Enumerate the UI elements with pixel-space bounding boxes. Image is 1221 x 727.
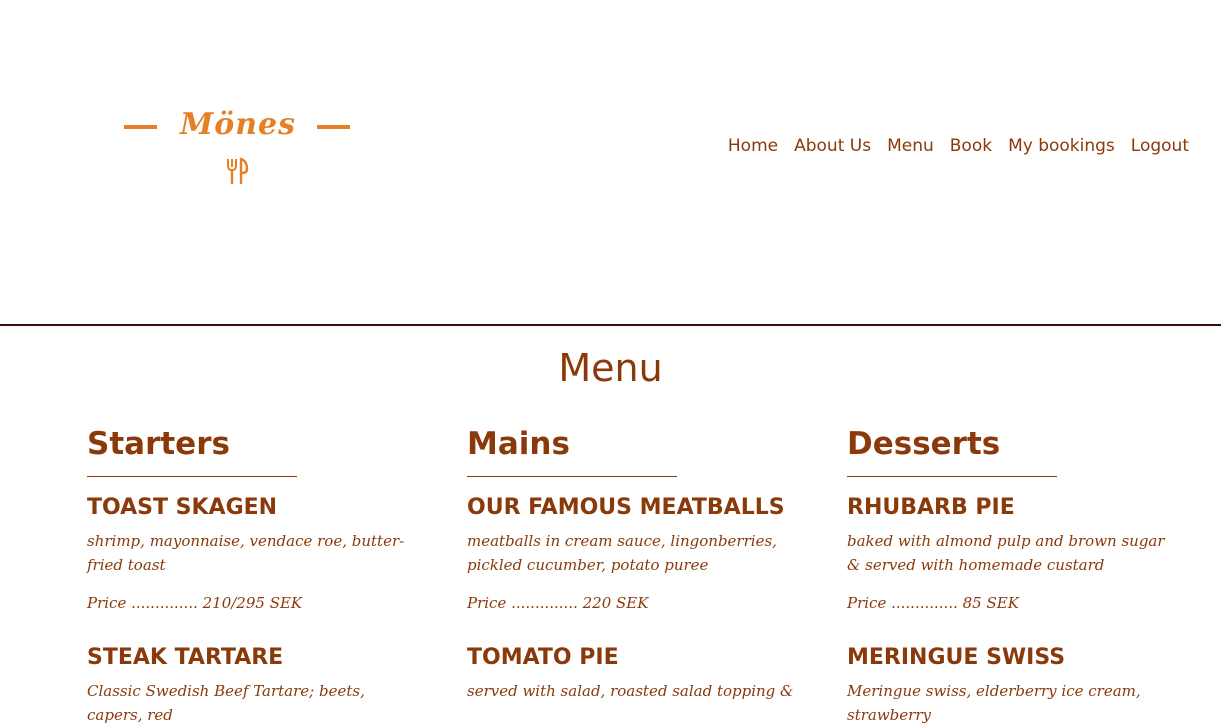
nav-about-us[interactable]: About Us <box>794 136 871 156</box>
dish-description: baked with almond pulp and brown sugar &… <box>847 532 1165 574</box>
fork-knife-icon <box>227 157 249 184</box>
dish-price: Price .............. 220 SEK <box>467 594 649 612</box>
logo-dash-right <box>317 125 350 129</box>
dish-name: TOMATO PIE <box>467 645 619 670</box>
mains-column: Mains OUR FAMOUS MEATBALLS meatballs in … <box>467 424 812 703</box>
nav-home[interactable]: Home <box>728 136 778 156</box>
dish-name: STEAK TARTARE <box>87 645 284 670</box>
dish-item: OUR FAMOUS MEATBALLS meatballs in cream … <box>467 493 812 613</box>
nav-menu[interactable]: Menu <box>887 136 934 156</box>
dish-name: TOAST SKAGEN <box>87 495 278 520</box>
logo-text: Mönes <box>179 107 296 142</box>
starters-heading: Starters <box>87 424 297 477</box>
desserts-column: Desserts RHUBARB PIE baked with almond p… <box>847 424 1192 727</box>
dish-description: Classic Swedish Beef Tartare; beets, cap… <box>87 682 365 724</box>
mains-heading: Mains <box>467 424 677 477</box>
nav-book[interactable]: Book <box>950 136 992 156</box>
dish-name: RHUBARB PIE <box>847 495 1015 520</box>
nav-logout[interactable]: Logout <box>1131 136 1189 156</box>
dish-description: shrimp, mayonnaise, vendace roe, butter-… <box>87 532 405 574</box>
dish-item: TOAST SKAGEN shrimp, mayonnaise, vendace… <box>87 493 432 613</box>
dish-item: MERINGUE SWISS Meringue swiss, elderberr… <box>847 643 1192 727</box>
dish-name: MERINGUE SWISS <box>847 645 1066 670</box>
dish-name: OUR FAMOUS MEATBALLS <box>467 495 785 520</box>
dish-item: TOMATO PIE served with salad, roasted sa… <box>467 643 812 703</box>
dish-description: Meringue swiss, elderberry ice cream, st… <box>847 682 1141 724</box>
dish-price: Price .............. 210/295 SEK <box>87 594 303 612</box>
starters-column: Starters TOAST SKAGEN shrimp, mayonnaise… <box>87 424 432 727</box>
nav-my-bookings[interactable]: My bookings <box>1008 136 1115 156</box>
main-nav: Home About Us Menu Book My bookings Logo… <box>728 136 1189 156</box>
site-header: Mönes Home About Us Menu Book My booking… <box>0 0 1221 326</box>
dish-description: served with salad, roasted salad topping… <box>467 682 794 700</box>
logo[interactable]: Mönes <box>124 105 350 187</box>
dish-item: STEAK TARTARE Classic Swedish Beef Tarta… <box>87 643 432 727</box>
page-title: Menu <box>558 346 663 390</box>
desserts-heading: Desserts <box>847 424 1057 477</box>
dish-price: Price .............. 85 SEK <box>847 594 1019 612</box>
dish-item: RHUBARB PIE baked with almond pulp and b… <box>847 493 1192 613</box>
dish-description: meatballs in cream sauce, lingonberries,… <box>467 532 777 574</box>
logo-dash-left <box>124 125 157 129</box>
